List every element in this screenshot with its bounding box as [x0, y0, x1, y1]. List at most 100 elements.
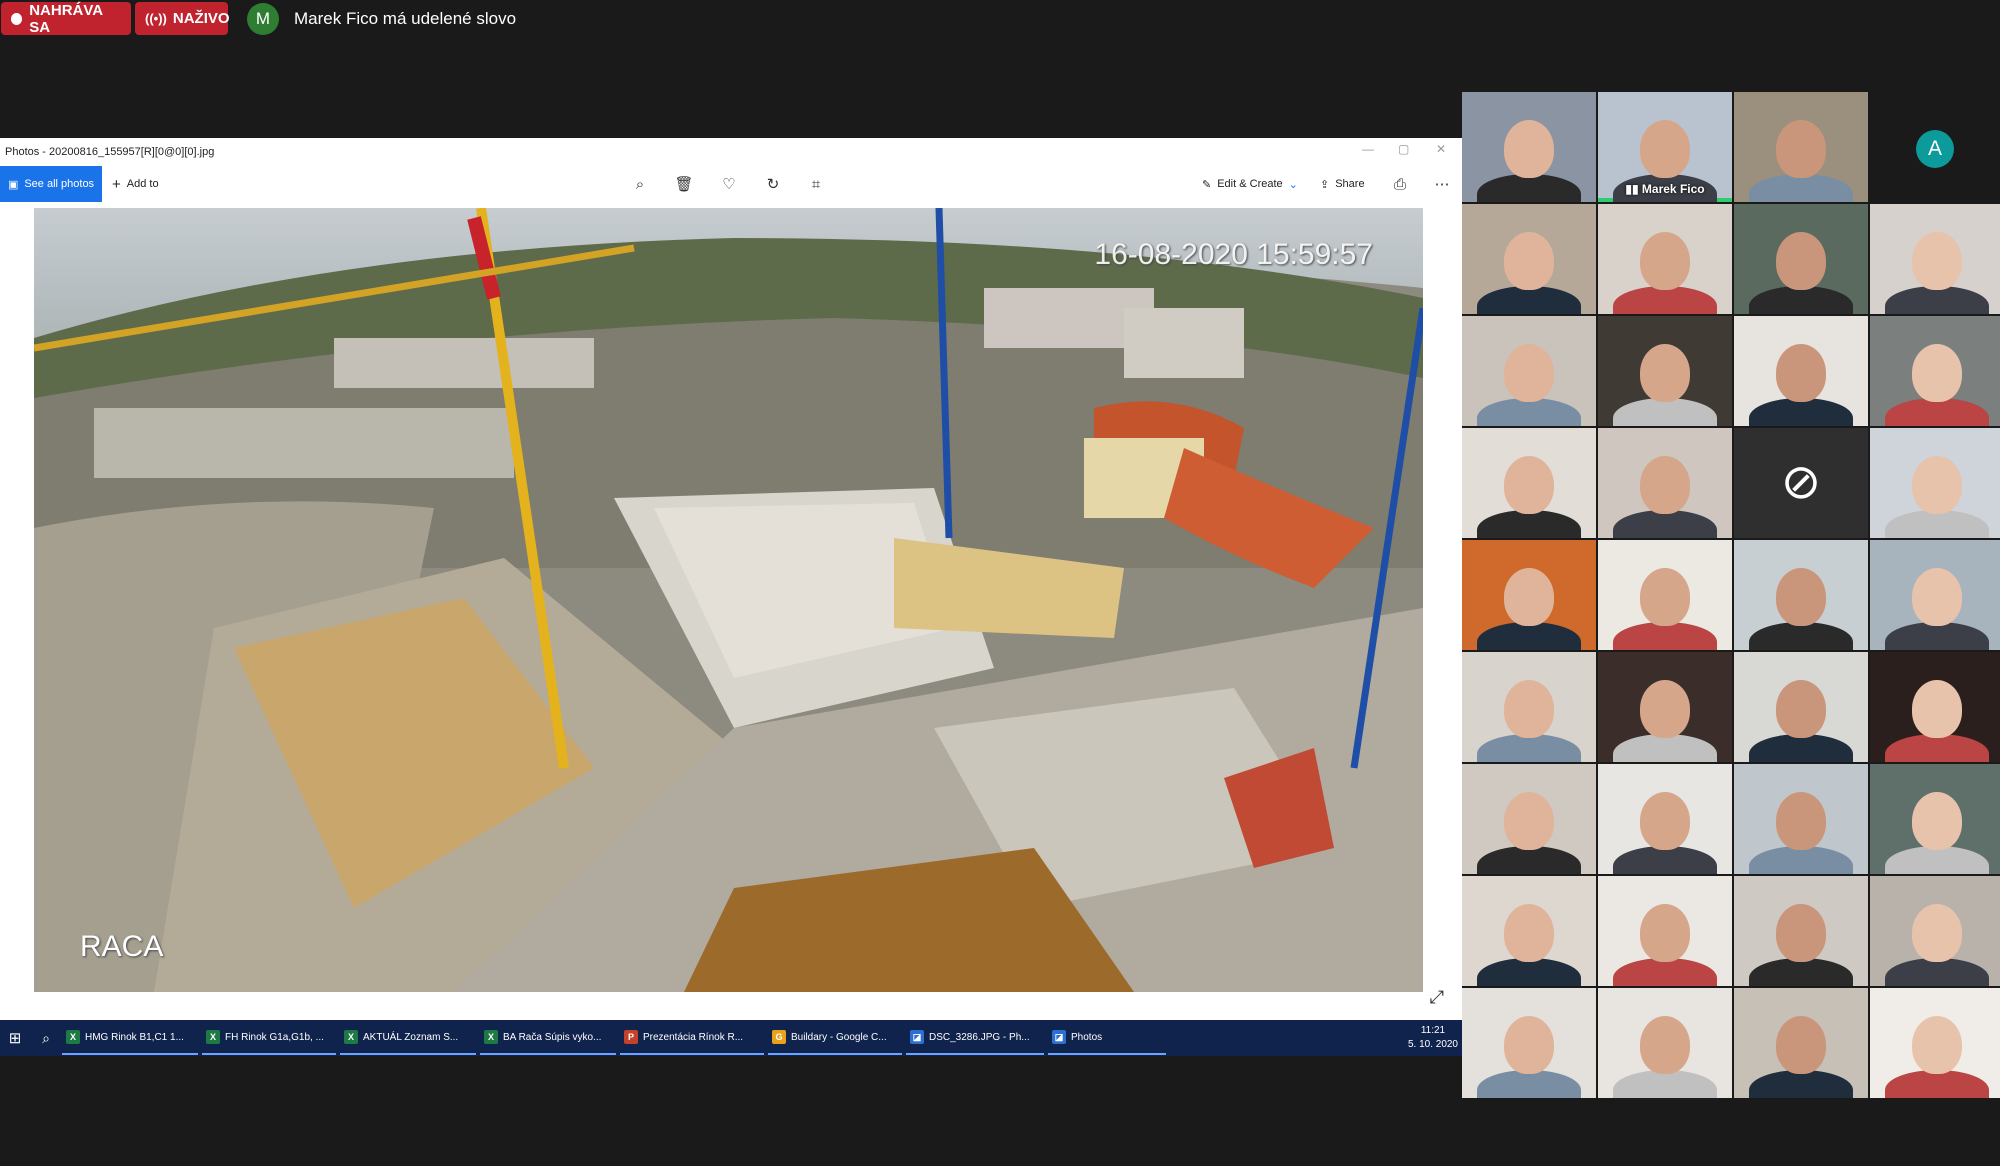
- participant-video-tile[interactable]: [1462, 764, 1596, 874]
- app-label: AKTUÁL Zoznam S...: [363, 1031, 459, 1043]
- close-icon[interactable]: ✕: [1436, 142, 1446, 156]
- add-to-button[interactable]: + Add to: [112, 166, 159, 202]
- participant-video-tile[interactable]: [1598, 428, 1732, 538]
- participant-body: [1885, 286, 1989, 314]
- participant-face: [1912, 232, 1962, 290]
- windows-taskbar: ⊞ ⌕ X HMG Rinok B1,C1 1... X FH Rinok G1a,G…: [0, 1020, 1462, 1056]
- participant-face: [1776, 120, 1826, 178]
- participant-video-tile[interactable]: [1870, 204, 2000, 314]
- participant-video-tile[interactable]: [1734, 876, 1868, 986]
- participant-body: [1749, 174, 1853, 202]
- participant-video-tile[interactable]: [1870, 876, 2000, 986]
- app-icon: X: [344, 1030, 358, 1044]
- participant-face: [1504, 904, 1554, 962]
- participant-face: [1912, 344, 1962, 402]
- search-icon[interactable]: ⌕: [30, 1030, 62, 1047]
- app-label: Prezentácia Rínok R...: [643, 1031, 744, 1043]
- participant-body: [1749, 286, 1853, 314]
- taskbar-app[interactable]: X HMG Rinok B1,C1 1...: [62, 1021, 198, 1055]
- participant-video-tile[interactable]: [1870, 316, 2000, 426]
- taskbar-app[interactable]: X BA Rača Súpis vyko...: [480, 1021, 616, 1055]
- app-label: HMG Rinok B1,C1 1...: [85, 1031, 184, 1043]
- share-button[interactable]: ⇪ Share: [1320, 166, 1365, 202]
- taskbar-app[interactable]: X FH Rinok G1a,G1b, ...: [202, 1021, 336, 1055]
- zoom-icon[interactable]: ⌕: [630, 174, 650, 194]
- maximize-icon[interactable]: ▢: [1398, 142, 1409, 156]
- participant-video-tile[interactable]: [1462, 540, 1596, 650]
- taskbar-app[interactable]: ◪ Photos: [1048, 1021, 1166, 1055]
- favorite-icon[interactable]: ♡: [719, 174, 739, 194]
- participant-body: [1477, 398, 1581, 426]
- participant-video-tile[interactable]: [1734, 988, 1868, 1098]
- participant-video-tile[interactable]: [1734, 204, 1868, 314]
- windows-start-icon[interactable]: ⊞: [0, 1029, 30, 1047]
- window-titlebar: Photos - 20200816_155957[R][0@0][0].jpg …: [0, 138, 1462, 166]
- participant-video-tile[interactable]: [1870, 540, 2000, 650]
- participant-body: [1749, 398, 1853, 426]
- participant-video-tile[interactable]: ▮▮ Marek Fico: [1598, 92, 1732, 202]
- more-options-icon[interactable]: ⋯: [1432, 174, 1452, 194]
- participant-face: [1640, 344, 1690, 402]
- participant-video-tile[interactable]: [1598, 540, 1732, 650]
- recording-indicator[interactable]: NAHRÁVA SA: [1, 2, 131, 36]
- participant-face: [1504, 120, 1554, 178]
- taskbar-app[interactable]: P Prezentácia Rínok R...: [620, 1021, 764, 1055]
- rotate-icon[interactable]: ↻: [763, 174, 783, 194]
- clock-time: 11:21: [1420, 1025, 1446, 1036]
- crop-icon[interactable]: ⌗: [806, 174, 826, 194]
- participant-face: [1504, 344, 1554, 402]
- taskbar-app[interactable]: ◪ DSC_3286.JPG - Ph...: [906, 1021, 1044, 1055]
- participant-video-tile[interactable]: [1598, 876, 1732, 986]
- participant-video-tile[interactable]: [1870, 988, 2000, 1098]
- participant-face: [1776, 904, 1826, 962]
- participant-video-tile[interactable]: [1462, 988, 1596, 1098]
- participant-video-tile[interactable]: [1462, 92, 1596, 202]
- participant-video-tile[interactable]: [1870, 652, 2000, 762]
- see-all-photos-button[interactable]: ▣ See all photos: [0, 166, 102, 202]
- speaker-avatar: M: [247, 3, 279, 35]
- participant-video-tile[interactable]: [1598, 652, 1732, 762]
- participant-video-tile[interactable]: [1462, 876, 1596, 986]
- participant-video-tile[interactable]: [1462, 652, 1596, 762]
- participant-face: [1640, 456, 1690, 514]
- gallery-icon: ▣: [7, 178, 19, 191]
- expand-icon[interactable]: ⤢: [1430, 987, 1444, 1008]
- participant-video-tile[interactable]: [1734, 316, 1868, 426]
- participant-video-tile[interactable]: [1462, 204, 1596, 314]
- print-icon[interactable]: ⎙: [1390, 174, 1410, 194]
- app-icon: ◪: [1052, 1030, 1066, 1044]
- participant-body: [1885, 622, 1989, 650]
- participant-video-tile[interactable]: [1734, 92, 1868, 202]
- participant-video-tile[interactable]: [1598, 764, 1732, 874]
- participant-body: [1749, 622, 1853, 650]
- participant-video-tile[interactable]: [1870, 764, 2000, 874]
- participant-video-tile[interactable]: [1462, 316, 1596, 426]
- participant-video-tile[interactable]: [1870, 428, 2000, 538]
- participant-video-tile[interactable]: [1734, 764, 1868, 874]
- taskbar-app[interactable]: G Buildary - Google C...: [768, 1021, 902, 1055]
- participant-video-tile[interactable]: [1462, 428, 1596, 538]
- participant-face: [1640, 1016, 1690, 1074]
- participant-avatar[interactable]: A: [1916, 130, 1954, 168]
- share-icon: ⇪: [1320, 178, 1330, 191]
- participant-video-tile[interactable]: [1734, 540, 1868, 650]
- taskbar-app[interactable]: X AKTUÁL Zoznam S...: [340, 1021, 476, 1055]
- participant-video-tile[interactable]: [1598, 204, 1732, 314]
- live-indicator[interactable]: ((•)) NAŽIVO: [135, 2, 230, 35]
- see-all-label: See all photos: [24, 178, 95, 190]
- participant-body: [1477, 1070, 1581, 1098]
- participant-face: [1640, 680, 1690, 738]
- participant-face: [1640, 120, 1690, 178]
- participant-video-tile[interactable]: [1598, 316, 1732, 426]
- participant-body: [1885, 958, 1989, 986]
- participant-video-tile[interactable]: [1734, 652, 1868, 762]
- delete-icon[interactable]: 🗑: [674, 174, 694, 194]
- participant-body: [1477, 286, 1581, 314]
- participant-video-tile[interactable]: ⊘: [1734, 428, 1868, 538]
- participant-body: [1477, 734, 1581, 762]
- edit-create-button[interactable]: ✎ Edit & Create ⌄: [1202, 166, 1298, 202]
- minimize-icon[interactable]: —: [1362, 142, 1374, 156]
- participant-gallery: ▮▮ Marek Fico ⊘: [1462, 92, 2000, 1102]
- participant-video-tile[interactable]: [1598, 988, 1732, 1098]
- taskbar-clock[interactable]: 11:21 5. 10. 2020: [1408, 1024, 1458, 1052]
